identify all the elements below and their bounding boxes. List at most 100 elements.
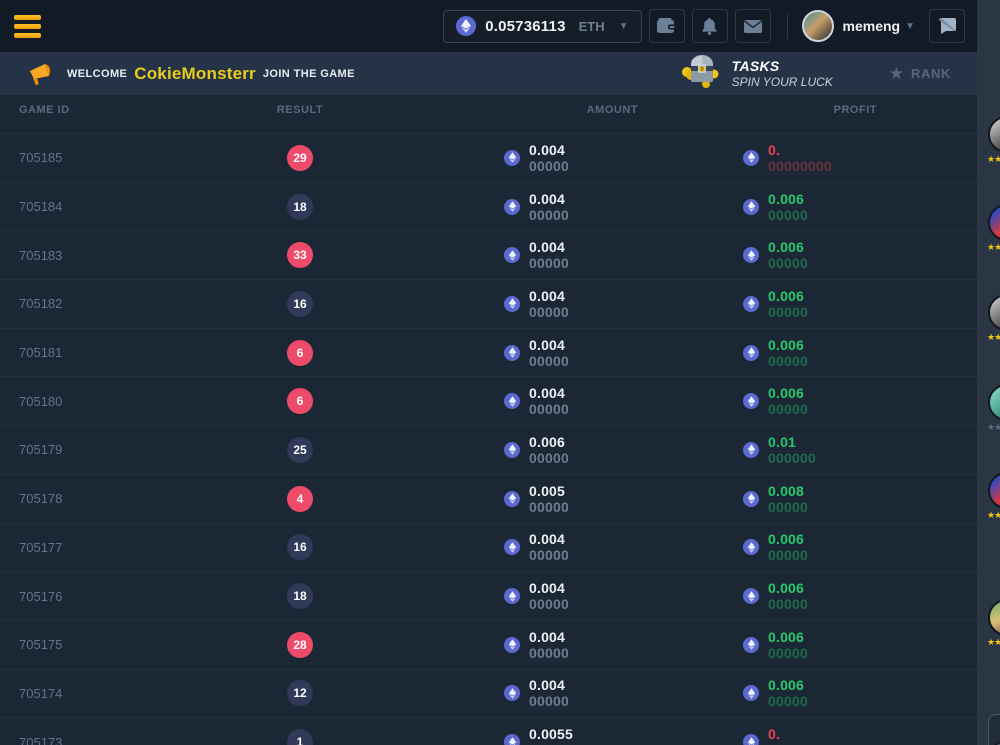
top-bar: 0.05736113 ETH ▼ memeng ▼ (0, 0, 977, 52)
eth-coin-icon (743, 393, 759, 409)
table-row[interactable]: 705183 33 0.00400000 ETH 0.00600000 ETH (0, 230, 977, 279)
result-badge: 6 (287, 340, 313, 366)
eth-coin-icon (743, 539, 759, 555)
chat-member-avatar[interactable] (988, 294, 1000, 331)
chat-input[interactable] (988, 714, 1000, 745)
table-row[interactable]: 705182 16 0.00400000 ETH 0.00600000 ETH (0, 279, 977, 328)
result-badge: 28 (287, 632, 313, 658)
table-row[interactable]: 705178 4 0.00500000 ETH 0.00800000 ETH (0, 474, 977, 523)
amount-cell: 0.00400000 ETH (380, 337, 660, 369)
amount-cell: 0.00500000 ETH (380, 483, 660, 515)
chat-sidebar-strip[interactable]: ★★★★★★★★★★★★ (977, 0, 1000, 745)
eth-coin-icon (456, 16, 476, 36)
amount-cell: 0.00550000 ETH (380, 726, 660, 745)
amount-cell: 0.00600000 ETH (380, 434, 660, 466)
table-row[interactable]: 705184 18 0.00400000 ETH 0.00600000 ETH (0, 182, 977, 231)
mail-button[interactable] (735, 9, 771, 43)
table-row[interactable]: 705177 16 0.00400000 ETH 0.00600000 ETH (0, 523, 977, 572)
app-root: 0.05736113 ETH ▼ memeng ▼ (0, 0, 1000, 745)
hamburger-menu-icon[interactable] (14, 15, 41, 38)
result-cell: 28 (220, 632, 380, 658)
result-badge: 33 (287, 242, 313, 268)
eth-coin-icon (743, 637, 759, 653)
profit-value: 0.00800000 (768, 483, 977, 515)
result-cell: 6 (220, 388, 380, 414)
table-row[interactable]: 705180 6 0.00400000 ETH 0.00600000 ETH (0, 376, 977, 425)
notifications-button[interactable] (692, 9, 728, 43)
tasks-widget[interactable]: 0 TASKS SPIN YOUR LUCK (681, 54, 833, 93)
table-row[interactable]: 705179 25 0.00600000 ETH 0.01000000 ETH (0, 425, 977, 474)
rank-widget[interactable]: ★ RANK (889, 65, 951, 82)
table-row[interactable]: 705181 6 0.00400000 ETH 0.00600000 ETH (0, 328, 977, 377)
eth-coin-icon (743, 491, 759, 507)
table-row[interactable]: 705176 18 0.00400000 ETH 0.00600000 ETH (0, 571, 977, 620)
eth-coin-icon (504, 539, 520, 555)
chat-member-avatar[interactable] (988, 116, 1000, 153)
profit-value: 0.00600000 (768, 337, 977, 369)
star-icon: ★★ (987, 510, 1000, 521)
game-id: 705175 (0, 637, 220, 652)
profit-cell: 0.00600000 ETH (660, 239, 977, 271)
user-avatar[interactable] (802, 10, 834, 42)
table-row[interactable]: 705175 28 0.00400000 ETH 0.00600000 ETH (0, 620, 977, 669)
chat-toggle-button[interactable] (929, 9, 965, 43)
star-icon: ★★ (987, 332, 1000, 343)
result-cell: 18 (220, 583, 380, 609)
result-cell: 16 (220, 534, 380, 560)
amount-cell: 0.00400000 ETH (380, 239, 660, 271)
profit-value: 0.00600000 (768, 239, 977, 271)
header-result: RESULT (220, 104, 380, 116)
result-badge: 16 (287, 534, 313, 560)
table-row[interactable]: 705174 12 0.00400000 ETH 0.00600000 ETH (0, 669, 977, 718)
header-profit: PROFIT (660, 104, 977, 116)
game-history-table: GAME ID RESULT AMOUNT PROFIT 705185 29 0… (0, 95, 977, 745)
chat-member-avatar[interactable] (988, 384, 1000, 421)
profit-cell: 0.00600000 ETH (660, 531, 977, 563)
profit-value: 0.00000000 (768, 726, 977, 745)
header-game-id: GAME ID (0, 104, 220, 116)
wallet-button[interactable] (649, 9, 685, 43)
profit-value: 0.00600000 (768, 288, 977, 320)
profit-value: 0.00000000 (768, 142, 977, 174)
profit-value: 0.00600000 (768, 191, 977, 223)
game-id: 705184 (0, 199, 220, 214)
result-badge: 1 (287, 729, 313, 745)
eth-coin-icon (504, 685, 520, 701)
balance-amount: 0.05736113 (485, 18, 565, 35)
profit-cell: 0.00000000 ETH (660, 726, 977, 745)
game-id: 705183 (0, 248, 220, 263)
balance-selector[interactable]: 0.05736113 ETH ▼ (443, 10, 641, 43)
game-id: 705182 (0, 296, 220, 311)
result-cell: 1 (220, 729, 380, 745)
amount-cell: 0.00400000 ETH (380, 191, 660, 223)
header-amount: AMOUNT (380, 104, 660, 116)
welcome-prefix: WELCOME (67, 68, 127, 80)
chat-member-avatar[interactable] (988, 599, 1000, 636)
result-cell: 25 (220, 437, 380, 463)
profit-value: 0.00600000 (768, 629, 977, 661)
eth-coin-icon (504, 247, 520, 263)
eth-coin-icon (504, 734, 520, 745)
table-row[interactable]: 705185 29 0.00400000 ETH 0.00000000 ETH (0, 133, 977, 182)
eth-coin-icon (743, 734, 759, 745)
tasks-subtitle: SPIN YOUR LUCK (732, 75, 833, 89)
game-id: 705185 (0, 150, 220, 165)
chat-member-avatar[interactable] (988, 472, 1000, 509)
chat-member-avatar[interactable] (988, 204, 1000, 241)
rank-label: RANK (911, 66, 951, 81)
eth-coin-icon (743, 442, 759, 458)
profit-value: 0.00600000 (768, 385, 977, 417)
game-id: 705177 (0, 540, 220, 555)
amount-cell: 0.00400000 ETH (380, 288, 660, 320)
table-row[interactable]: 705173 1 0.00550000 ETH 0.00000000 ETH (0, 717, 977, 745)
main-column: 0.05736113 ETH ▼ memeng ▼ (0, 0, 977, 745)
profit-cell: 0.00600000 ETH (660, 191, 977, 223)
eth-coin-icon (504, 491, 520, 507)
user-menu-chevron-icon[interactable]: ▼ (905, 21, 915, 32)
eth-coin-icon (743, 150, 759, 166)
star-icon: ★★ (987, 242, 1000, 253)
profit-value: 0.00600000 (768, 531, 977, 563)
balance-currency: ETH (579, 19, 605, 34)
result-badge: 18 (287, 583, 313, 609)
profit-cell: 0.00000000 ETH (660, 142, 977, 174)
